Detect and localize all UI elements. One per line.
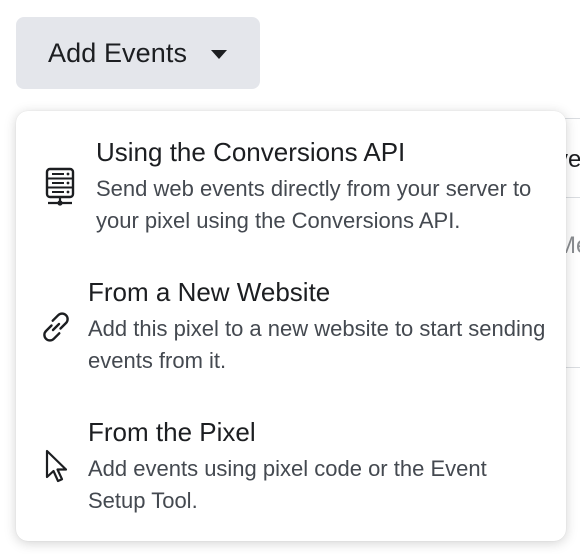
link-icon xyxy=(43,312,69,342)
menu-item-description: Send web events directly from your serve… xyxy=(96,176,532,233)
menu-item-new-website[interactable]: From a New Website Add this pixel to a n… xyxy=(16,269,566,399)
page: ve Me Add Events Using the Conver xyxy=(0,0,580,554)
cursor-icon xyxy=(45,449,68,483)
add-events-label: Add Events xyxy=(48,37,188,68)
menu-item-from-pixel[interactable]: From the Pixel Add events using pixel co… xyxy=(16,409,566,539)
add-events-menu: Using the Conversions API Send web event… xyxy=(16,111,566,541)
menu-item-description: Add this pixel to a new website to start… xyxy=(88,316,546,373)
caret-down-icon xyxy=(211,49,228,59)
server-icon xyxy=(45,167,75,206)
add-events-button[interactable]: Add Events xyxy=(16,17,260,89)
menu-item-conversions-api[interactable]: Using the Conversions API Send web event… xyxy=(16,129,566,259)
menu-item-title: Using the Conversions API xyxy=(96,137,406,167)
menu-item-title: From a New Website xyxy=(88,277,331,307)
menu-item-description: Add events using pixel code or the Event… xyxy=(88,456,487,513)
menu-item-title: From the Pixel xyxy=(88,417,256,447)
